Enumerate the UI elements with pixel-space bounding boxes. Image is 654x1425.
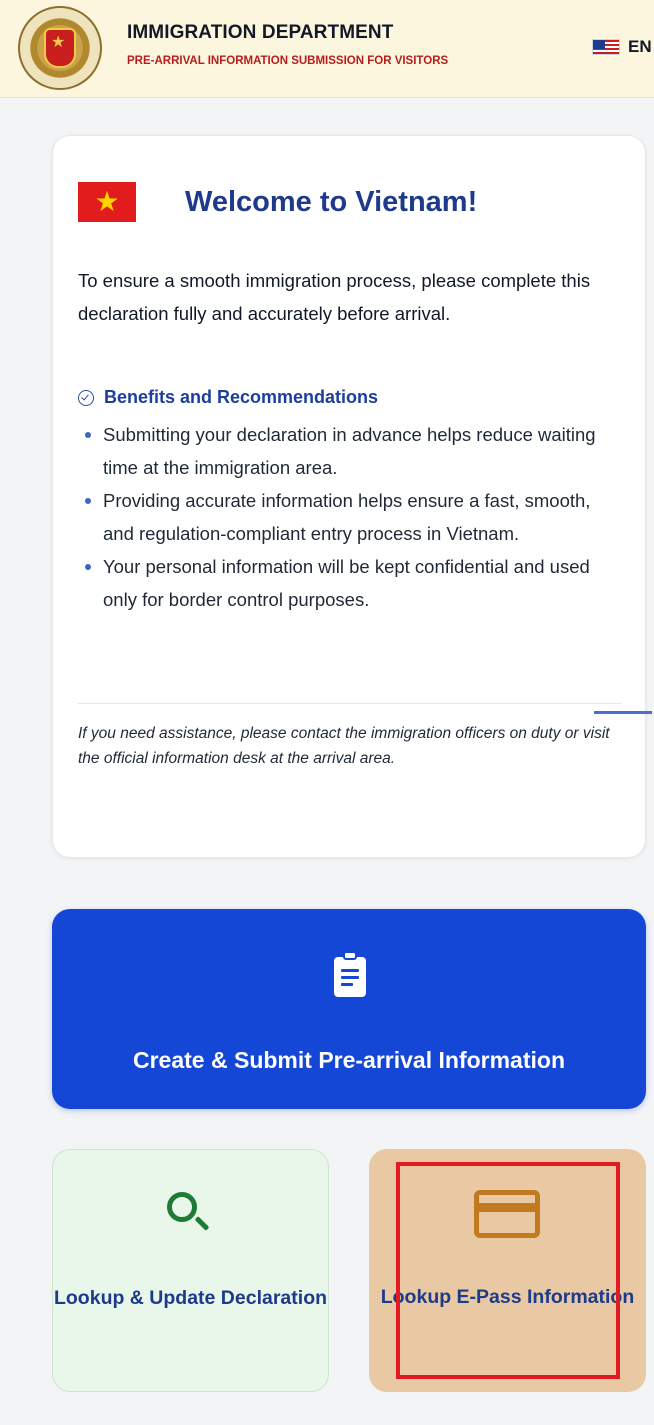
- vietnam-flag-icon: ★: [78, 182, 136, 222]
- bullet-icon: [85, 498, 91, 504]
- immigration-emblem-icon: [18, 6, 102, 90]
- lookup-declaration-button[interactable]: Lookup & Update Declaration: [52, 1149, 329, 1392]
- lookup-epass-label: Lookup E-Pass Information: [380, 1286, 635, 1308]
- credit-card-icon: [474, 1190, 540, 1238]
- welcome-card: ★ Welcome to Vietnam! To ensure a smooth…: [52, 135, 652, 858]
- bullet-icon: [85, 432, 91, 438]
- language-selector[interactable]: EN: [592, 37, 652, 57]
- search-icon: [167, 1192, 197, 1222]
- list-item: Providing accurate information helps ens…: [81, 484, 611, 550]
- assistance-note: If you need assistance, please contact t…: [78, 725, 610, 767]
- create-submit-label: Create & Submit Pre-arrival Information: [133, 1047, 565, 1073]
- benefits-heading: Benefits and Recommendations: [78, 387, 378, 408]
- accent-line: [594, 711, 652, 714]
- clipboard-icon: [334, 951, 366, 997]
- benefits-title: Benefits and Recommendations: [104, 387, 379, 407]
- header-title: IMMIGRATION DEPARTMENT: [127, 22, 394, 43]
- create-submit-button[interactable]: Create & Submit Pre-arrival Information: [52, 909, 646, 1109]
- welcome-title: Welcome to Vietnam!: [185, 186, 478, 218]
- bullet-icon: [85, 564, 91, 570]
- header-subtitle: PRE-ARRIVAL INFORMATION SUBMISSION FOR V…: [127, 55, 449, 67]
- lookup-epass-button[interactable]: Lookup E-Pass Information: [369, 1149, 646, 1392]
- language-code: EN: [628, 37, 652, 56]
- check-circle-icon: [78, 389, 94, 406]
- divider: [78, 703, 622, 704]
- benefits-list: Submitting your declaration in advance h…: [81, 418, 611, 616]
- list-item: Submitting your declaration in advance h…: [81, 418, 611, 484]
- welcome-intro: To ensure a smooth immigration process, …: [78, 270, 591, 324]
- list-item: Your personal information will be kept c…: [81, 550, 611, 616]
- us-flag-icon: [592, 39, 620, 55]
- app-header: IMMIGRATION DEPARTMENT PRE-ARRIVAL INFOR…: [0, 0, 654, 98]
- lookup-declaration-label: Lookup & Update Declaration: [53, 1287, 328, 1309]
